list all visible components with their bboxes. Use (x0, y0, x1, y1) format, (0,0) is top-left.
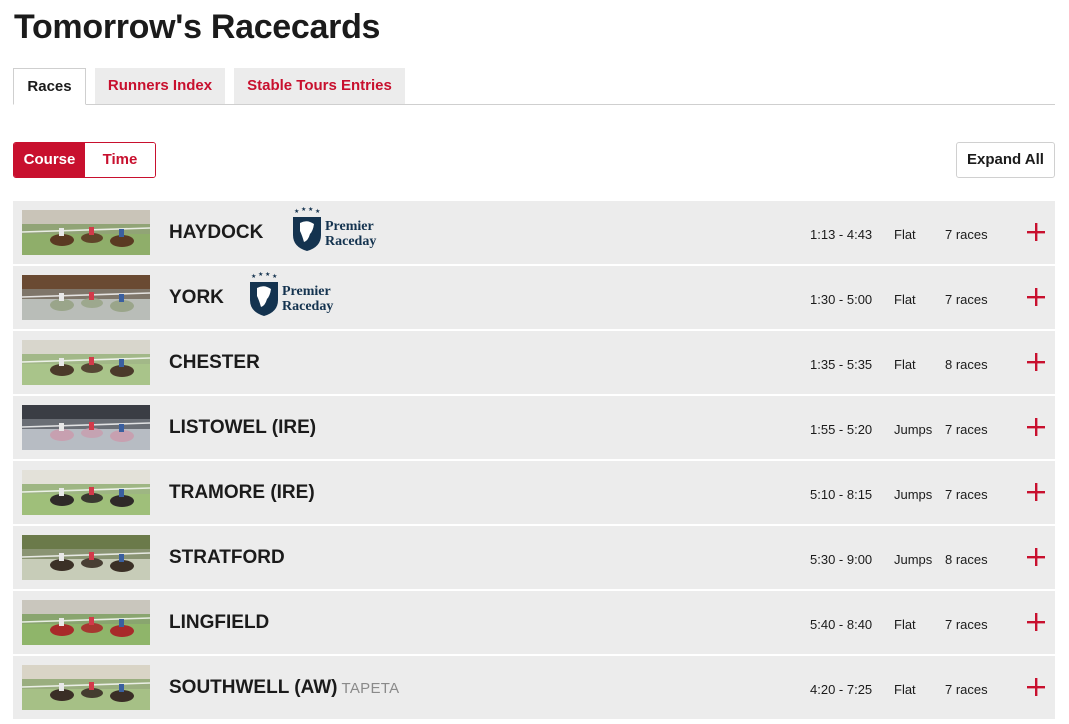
race-type: Jumps (894, 422, 933, 437)
race-count: 8 races (945, 552, 988, 567)
course-name-text: LISTOWEL (IRE) (169, 417, 317, 438)
meeting-times: 1:35 - 5:35 (810, 357, 873, 372)
race-type: Flat (894, 227, 916, 242)
race-type: Flat (894, 292, 916, 307)
meeting-row[interactable]: HAYDOCK ★ ★ ★ ★ Premier Raceday 1:13 - 4:43 Flat… (13, 201, 1055, 264)
sort-by-course-button[interactable]: Course (14, 143, 85, 177)
meeting-row[interactable]: LISTOWEL (IRE) 1:55 - 5:20 Jumps 7 races (13, 396, 1055, 459)
meeting-row[interactable]: CHESTER 1:35 - 5:35 Flat 8 races (13, 331, 1055, 394)
expand-plus-icon[interactable] (1025, 416, 1047, 438)
race-type: Flat (894, 357, 916, 372)
tab-stable-tours-entries[interactable]: Stable Tours Entries (234, 68, 405, 104)
svg-text:★: ★ (258, 272, 263, 278)
sort-toggle: Course Time (13, 142, 156, 178)
course-name-text: HAYDOCK (169, 222, 264, 243)
meeting-row[interactable]: SOUTHWELL (AW) TAPETA 4:20 - 7:25 Flat 7 rac… (13, 656, 1055, 719)
race-count: 7 races (945, 682, 988, 697)
meeting-times: 5:30 - 9:00 (810, 552, 873, 567)
expand-plus-icon[interactable] (1025, 221, 1047, 243)
svg-text:Raceday: Raceday (282, 299, 333, 314)
surface-label: TAPETA (341, 680, 400, 697)
premier-raceday-logo: ★ ★ ★ ★ Premier Raceday (248, 271, 344, 316)
course-name[interactable]: STRATFORD (169, 526, 285, 589)
race-count: 7 races (945, 227, 988, 242)
course-photo (22, 275, 150, 320)
course-photo (22, 535, 150, 580)
tab-races[interactable]: Races (13, 68, 86, 105)
meeting-row[interactable]: TRAMORE (IRE) 5:10 - 8:15 Jumps 7 races (13, 461, 1055, 524)
meeting-times: 1:13 - 4:43 (810, 227, 873, 242)
course-photo (22, 665, 150, 710)
expand-plus-icon[interactable] (1025, 546, 1047, 568)
course-name-text: YORK (169, 287, 224, 308)
meeting-row[interactable]: STRATFORD 5:30 - 9:00 Jumps 8 races (13, 526, 1055, 589)
race-count: 7 races (945, 617, 988, 632)
meeting-times: 1:30 - 5:00 (810, 292, 873, 307)
meetings-list: HAYDOCK ★ ★ ★ ★ Premier Raceday 1:13 - 4:43 Flat… (13, 201, 1055, 721)
meeting-row[interactable]: YORK ★ ★ ★ ★ Premier Raceday 1:30 - 5:00 Flat 7 r… (13, 266, 1055, 329)
course-photo (22, 210, 150, 255)
meeting-times: 5:10 - 8:15 (810, 487, 873, 502)
course-name[interactable]: YORK (169, 266, 224, 329)
meeting-times: 4:20 - 7:25 (810, 682, 873, 697)
expand-plus-icon[interactable] (1025, 286, 1047, 308)
course-name[interactable]: SOUTHWELL (AW) TAPETA (169, 656, 399, 719)
course-name-text: STRATFORD (169, 547, 285, 568)
race-type: Jumps (894, 487, 933, 502)
course-name[interactable]: LISTOWEL (IRE) (169, 396, 316, 459)
race-count: 7 races (945, 422, 988, 437)
course-photo (22, 600, 150, 645)
expand-plus-icon[interactable] (1025, 611, 1047, 633)
course-name-text: TRAMORE (IRE) (169, 482, 315, 503)
race-count: 7 races (945, 487, 988, 502)
expand-plus-icon[interactable] (1025, 351, 1047, 373)
meeting-times: 1:55 - 5:20 (810, 422, 873, 437)
page-title: Tomorrow's Racecards (14, 8, 381, 46)
svg-text:★: ★ (294, 208, 299, 215)
svg-text:★: ★ (265, 272, 270, 278)
race-type: Flat (894, 682, 916, 697)
tab-runners-index[interactable]: Runners Index (95, 68, 225, 104)
race-type: Flat (894, 617, 916, 632)
course-photo (22, 470, 150, 515)
svg-text:★: ★ (301, 207, 306, 213)
course-photo (22, 405, 150, 450)
expand-plus-icon[interactable] (1025, 481, 1047, 503)
svg-text:Raceday: Raceday (325, 234, 376, 249)
course-name[interactable]: LINGFIELD (169, 591, 269, 654)
course-photo (22, 340, 150, 385)
svg-text:Premier: Premier (282, 284, 331, 299)
svg-text:★: ★ (315, 208, 320, 215)
course-name[interactable]: TRAMORE (IRE) (169, 461, 315, 524)
svg-text:Premier: Premier (325, 219, 374, 234)
race-type: Jumps (894, 552, 933, 567)
race-count: 7 races (945, 292, 988, 307)
racecard-tabs: Races Runners Index Stable Tours Entries (13, 68, 1055, 105)
course-name[interactable]: HAYDOCK (169, 201, 263, 264)
race-count: 8 races (945, 357, 988, 372)
course-name-text: CHESTER (169, 352, 260, 373)
meeting-row[interactable]: LINGFIELD 5:40 - 8:40 Flat 7 races (13, 591, 1055, 654)
expand-all-button[interactable]: Expand All (956, 142, 1055, 178)
svg-text:★: ★ (272, 273, 277, 280)
meeting-times: 5:40 - 8:40 (810, 617, 873, 632)
course-name-text: SOUTHWELL (AW) (169, 677, 338, 698)
svg-text:★: ★ (251, 273, 256, 280)
sort-by-time-button[interactable]: Time (85, 143, 155, 177)
expand-plus-icon[interactable] (1025, 676, 1047, 698)
course-name-text: LINGFIELD (169, 612, 270, 633)
course-name[interactable]: CHESTER (169, 331, 260, 394)
premier-raceday-logo: ★ ★ ★ ★ Premier Raceday (291, 206, 387, 251)
svg-text:★: ★ (308, 207, 313, 213)
